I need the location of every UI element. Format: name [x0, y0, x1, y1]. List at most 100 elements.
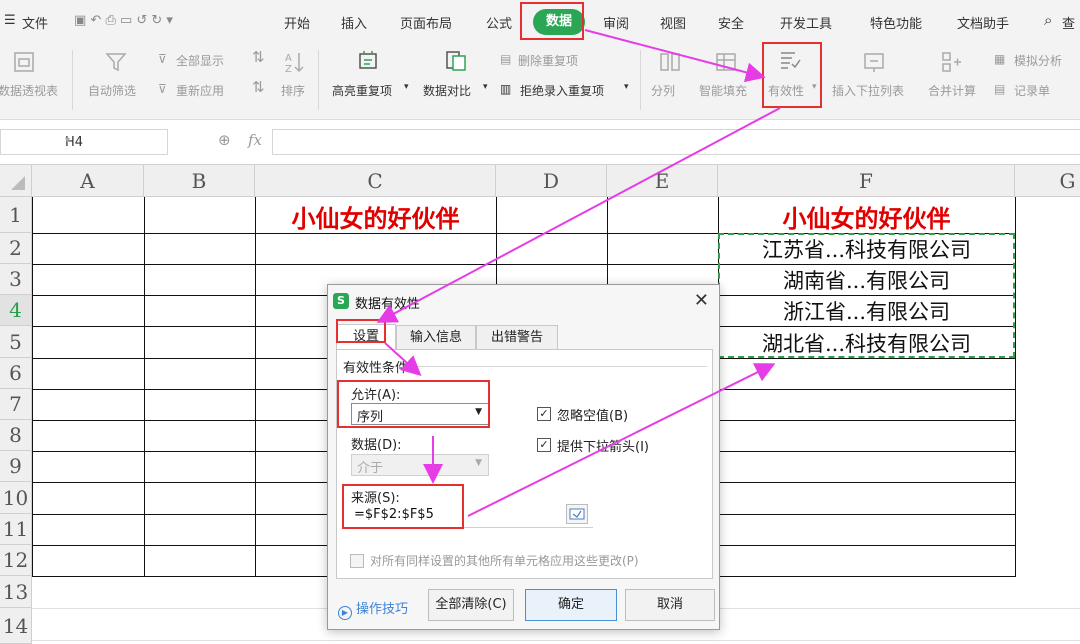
quick-access-icons[interactable]: ▣ ↶ ⎙ ▭ ↺ ↻ ▾: [74, 13, 173, 28]
row-header-9[interactable]: 9: [0, 451, 32, 482]
chevron-down-icon[interactable]: ▾: [65, 135, 163, 146]
remove-duplicates-button[interactable]: 删除重复项: [518, 52, 578, 69]
highlight-duplicates-button[interactable]: 高亮重复项: [332, 82, 392, 99]
column-header-f[interactable]: F: [718, 165, 1015, 197]
hamburger-icon[interactable]: ☰: [4, 13, 16, 28]
zoom-icon[interactable]: ⊕: [218, 131, 231, 149]
cell-f1[interactable]: 小仙女的好伙伴: [718, 199, 1015, 234]
insert-dropdown-list-button[interactable]: 插入下拉列表: [832, 82, 904, 99]
name-box[interactable]: H4 ▾: [0, 129, 168, 155]
data-compare-dropdown-icon[interactable]: ▾: [483, 82, 488, 92]
simulate-icon[interactable]: ▦: [994, 52, 1005, 66]
tab-view[interactable]: 视图: [660, 13, 686, 32]
tab-developer[interactable]: 开发工具: [780, 13, 832, 32]
tab-features[interactable]: 特色功能: [870, 13, 922, 32]
column-header-c[interactable]: C: [255, 165, 496, 197]
app-logo-icon: S: [333, 293, 349, 309]
filter-small-icon[interactable]: ⊽: [158, 52, 167, 66]
tab-input-message[interactable]: 输入信息: [396, 325, 476, 349]
clear-all-button[interactable]: 全部清除(C): [428, 589, 514, 621]
row-header-4[interactable]: 4: [0, 295, 32, 326]
search-label[interactable]: 查: [1062, 13, 1075, 32]
sort-asc-icon[interactable]: ⇅: [252, 48, 265, 66]
menu-file[interactable]: 文件: [22, 13, 48, 32]
reject-duplicates-icon[interactable]: ▥: [500, 82, 511, 96]
row-header-8[interactable]: 8: [0, 420, 32, 451]
row-header-14[interactable]: 14: [0, 608, 32, 644]
range-picker-icon[interactable]: [566, 504, 588, 524]
formula-input[interactable]: [272, 129, 1080, 155]
data-compare-button[interactable]: 数据对比: [423, 82, 471, 99]
ignore-blank-checkbox[interactable]: ✓: [537, 407, 551, 421]
filter-icon[interactable]: [104, 50, 128, 74]
column-header-b[interactable]: B: [144, 165, 255, 197]
tab-formula[interactable]: 公式: [486, 13, 512, 32]
row-header-13[interactable]: 13: [0, 576, 32, 608]
tab-error-alert[interactable]: 出错警告: [476, 325, 558, 349]
tab-home[interactable]: 开始: [284, 13, 310, 32]
autofilter-button[interactable]: 自动筛选: [88, 82, 136, 99]
dropdown-arrow-checkbox[interactable]: ✓: [537, 438, 551, 452]
smart-fill-button[interactable]: 智能填充: [699, 82, 747, 99]
simulate-analysis-button[interactable]: 模拟分析: [1014, 52, 1062, 69]
tab-review[interactable]: 审阅: [603, 13, 629, 32]
merge-calc-icon[interactable]: [940, 50, 964, 74]
column-header-e[interactable]: E: [607, 165, 718, 197]
tab-page-layout[interactable]: 页面布局: [400, 13, 452, 32]
row-header-6[interactable]: 6: [0, 358, 32, 389]
column-header-g[interactable]: G: [1015, 165, 1080, 197]
show-all-button[interactable]: 全部显示: [176, 52, 224, 69]
smart-fill-icon[interactable]: [714, 50, 738, 74]
sort-desc-icon[interactable]: ⇅: [252, 78, 265, 96]
reapply-button[interactable]: 重新应用: [176, 82, 224, 99]
row-header-3[interactable]: 3: [0, 264, 32, 295]
dialog-title: 数据有效性: [355, 297, 421, 312]
apply-all-checkbox: [350, 554, 364, 568]
ok-button[interactable]: 确定: [525, 589, 617, 621]
split-column-button[interactable]: 分列: [651, 82, 675, 99]
fx-icon[interactable]: fx: [248, 131, 262, 149]
reject-duplicates-button[interactable]: 拒绝录入重复项: [520, 82, 604, 99]
row-header-7[interactable]: 7: [0, 389, 32, 420]
row-header-11[interactable]: 11: [0, 514, 32, 545]
highlight-duplicates-dropdown-icon[interactable]: ▾: [404, 82, 409, 92]
reject-duplicates-dropdown-icon[interactable]: ▾: [624, 82, 629, 92]
annotation-box-data-tab: [520, 2, 584, 40]
dropdown-arrow-label[interactable]: 提供下拉箭头(I): [557, 436, 649, 455]
data-compare-icon[interactable]: [444, 48, 468, 72]
record-form-icon[interactable]: ▤: [994, 82, 1005, 96]
select-all-corner[interactable]: [0, 165, 32, 197]
tips-link[interactable]: ▶ 操作技巧: [338, 598, 408, 620]
search-icon[interactable]: ⌕: [1044, 11, 1052, 29]
reapply-icon[interactable]: ⊽: [158, 82, 167, 96]
row-header-12[interactable]: 12: [0, 545, 32, 576]
remove-duplicates-icon[interactable]: ▤: [500, 52, 511, 66]
sort-button[interactable]: 排序: [281, 82, 305, 99]
close-icon[interactable]: ✕: [694, 290, 709, 311]
grid-line: [255, 197, 256, 577]
column-header-d[interactable]: D: [496, 165, 607, 197]
highlight-duplicates-icon[interactable]: [356, 48, 380, 72]
column-header-a[interactable]: A: [32, 165, 144, 197]
tab-doc-helper[interactable]: 文档助手: [957, 13, 1009, 32]
annotation-box-validity: [762, 42, 822, 108]
merge-calc-button[interactable]: 合并计算: [928, 82, 976, 99]
ignore-blank-label[interactable]: 忽略空值(B): [557, 405, 628, 424]
sort-icon[interactable]: AZ: [283, 50, 307, 75]
row-header-10[interactable]: 10: [0, 482, 32, 514]
tab-security[interactable]: 安全: [718, 13, 744, 32]
dialog-title-bar[interactable]: S 数据有效性 ✕: [328, 285, 719, 317]
formula-bar: H4 ▾ ⊕ fx: [0, 121, 1080, 165]
tab-insert[interactable]: 插入: [341, 13, 367, 32]
pivot-table-icon[interactable]: [12, 50, 36, 74]
split-column-icon[interactable]: [658, 50, 682, 74]
cancel-button[interactable]: 取消: [625, 589, 715, 621]
row-header-1[interactable]: 1: [0, 197, 32, 233]
dropdown-list-icon[interactable]: [862, 50, 886, 74]
record-form-button[interactable]: 记录单: [1014, 82, 1050, 99]
ribbon-divider: [72, 50, 73, 110]
row-header-2[interactable]: 2: [0, 233, 32, 264]
cell-c1[interactable]: 小仙女的好伙伴: [255, 199, 496, 234]
row-header-5[interactable]: 5: [0, 326, 32, 358]
pivot-table-button[interactable]: 数据透视表: [0, 82, 58, 99]
